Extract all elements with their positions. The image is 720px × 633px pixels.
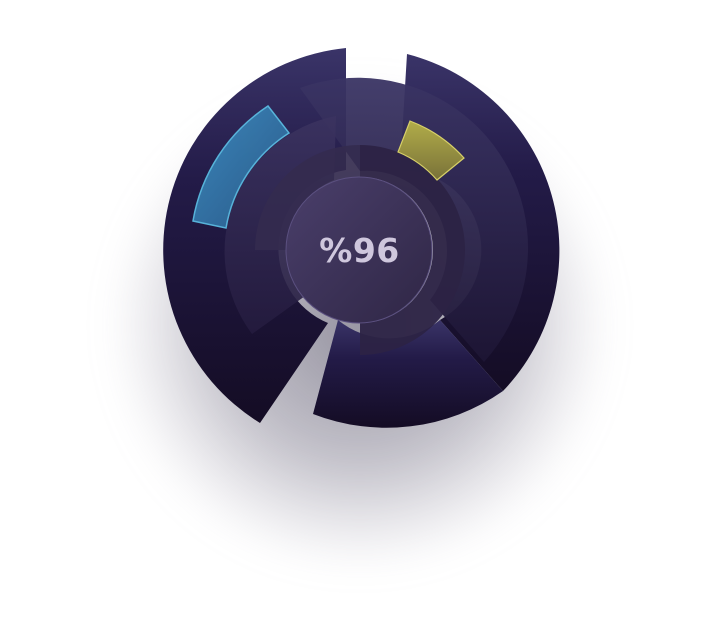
radial-gauge-widget: %96 — [0, 0, 720, 633]
gauge-value-label: %96 — [319, 231, 400, 270]
